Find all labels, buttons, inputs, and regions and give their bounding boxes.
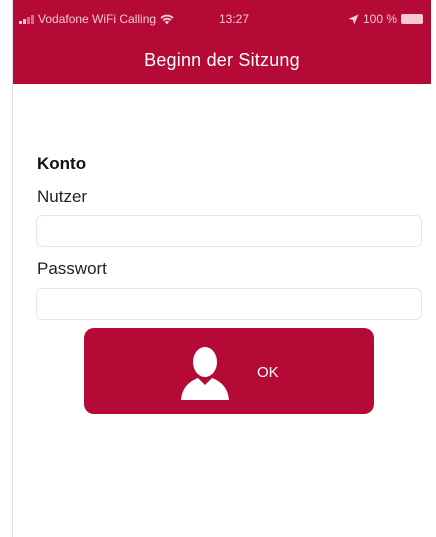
status-time: 13:27 xyxy=(219,12,250,26)
status-right: 100 % xyxy=(348,12,423,26)
user-input[interactable] xyxy=(36,215,422,247)
status-left: Vodafone WiFi Calling xyxy=(19,12,174,26)
section-title-account: Konto xyxy=(37,154,87,173)
password-input[interactable] xyxy=(36,288,422,320)
user-label: Nutzer xyxy=(37,187,88,206)
ok-button[interactable]: OK xyxy=(84,328,374,414)
user-icon xyxy=(181,347,229,400)
wifi-icon xyxy=(160,14,174,24)
nav-bar: Beginn der Sitzung xyxy=(13,36,431,84)
login-screen: Vodafone WiFi Calling 13:27 100 % Beginn… xyxy=(12,0,431,537)
signal-icon xyxy=(19,14,34,24)
battery-icon xyxy=(401,14,423,24)
battery-percent: 100 % xyxy=(362,12,397,26)
location-arrow-icon xyxy=(348,14,359,24)
carrier-name: Vodafone WiFi Calling xyxy=(38,12,157,26)
ok-button-label: OK xyxy=(257,364,279,381)
password-label: Passwort xyxy=(37,259,107,278)
page-title: Beginn der Sitzung xyxy=(144,49,300,70)
status-bar: Vodafone WiFi Calling 13:27 100 % xyxy=(13,0,431,36)
